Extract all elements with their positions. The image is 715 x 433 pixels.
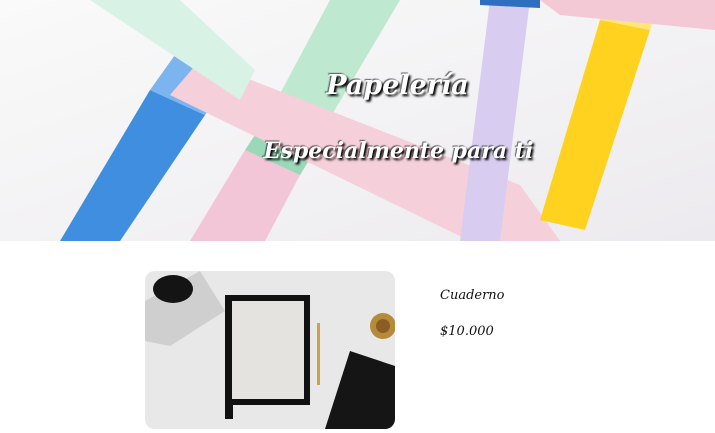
- product-price: $10.000: [440, 324, 494, 339]
- product-name: Cuaderno: [440, 288, 505, 303]
- hero-title: Papelería: [326, 70, 469, 101]
- hero-banner: Papelería Especialmente para ti: [0, 0, 715, 241]
- hero-subtitle: Especialmente para ti: [263, 138, 534, 164]
- notebook-photo: [145, 271, 395, 429]
- pastel-pens-photo: [0, 0, 715, 241]
- product-image[interactable]: [145, 271, 395, 429]
